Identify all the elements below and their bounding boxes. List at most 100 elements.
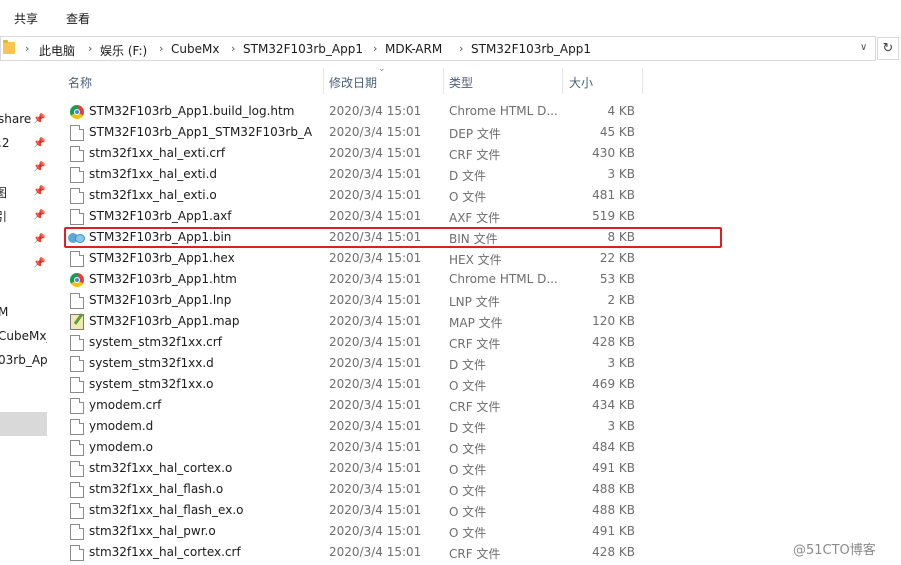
file-date: 2020/3/4 15:01	[329, 377, 422, 391]
ribbon-tabs: 共享 查看	[0, 0, 901, 36]
column-type[interactable]: 类型	[449, 74, 473, 91]
refresh-icon: ↻	[882, 41, 894, 56]
file-row[interactable]: ymodem.o 2020/3/4 15:01 O 文件 484 KB	[60, 437, 901, 458]
file-row[interactable]: STM32F103rb_App1.lnp 2020/3/4 15:01 LNP 文件…	[60, 290, 901, 311]
file-row[interactable]: system_stm32f1xx.o 2020/3/4 15:01 O 文件 469 …	[60, 374, 901, 395]
column-divider[interactable]	[443, 68, 444, 94]
file-row[interactable]: stm32f1xx_hal_cortex.o 2020/3/4 15:01 O 文件…	[60, 458, 901, 479]
refresh-button[interactable]: ↻	[877, 37, 899, 60]
file-name: system_stm32f1xx.o	[89, 377, 214, 391]
file-name: system_stm32f1xx.crf	[89, 335, 222, 349]
nav-item-cubemx[interactable]: CubeMx_O	[0, 329, 47, 343]
file-row[interactable]: stm32f1xx_hal_flash.o 2020/3/4 15:01 O 文件 4…	[60, 479, 901, 500]
column-date[interactable]: 修改日期	[329, 74, 377, 91]
file-row[interactable]: stm32f1xx_hal_cortex.crf 2020/3/4 15:01 CR…	[60, 542, 901, 563]
file-row[interactable]: STM32F103rb_App1.axf 2020/3/4 15:01 AXF 文件…	[60, 206, 901, 227]
file-row[interactable]: STM32F103rb_App1.map 2020/3/4 15:01 MAP 文件…	[60, 311, 901, 332]
file-row[interactable]: ymodem.d 2020/3/4 15:01 D 文件 3 KB	[60, 416, 901, 437]
file-row[interactable]: ymodem.crf 2020/3/4 15:01 CRF 文件 434 KB	[60, 395, 901, 416]
file-icon	[70, 293, 84, 309]
file-date: 2020/3/4 15:01	[329, 314, 422, 328]
file-date: 2020/3/4 15:01	[329, 272, 422, 286]
file-name: STM32F103rb_App1.build_log.htm	[89, 104, 295, 118]
file-size: 428 KB	[592, 335, 635, 349]
pin-icon[interactable]: 📌	[33, 210, 45, 221]
file-row[interactable]: STM32F103rb_App1.hex 2020/3/4 15:01 HEX 文件…	[60, 248, 901, 269]
file-date: 2020/3/4 15:01	[329, 545, 422, 559]
file-size: 22 KB	[599, 251, 635, 265]
pin-icon[interactable]: 📌	[33, 138, 45, 149]
file-icon	[70, 545, 84, 561]
file-size: 428 KB	[592, 545, 635, 559]
column-divider[interactable]	[562, 68, 563, 94]
nav-item-share[interactable]: share	[0, 112, 31, 126]
chevron-right-icon[interactable]: ›	[373, 42, 377, 55]
column-name[interactable]: 名称	[68, 74, 92, 91]
pin-icon[interactable]: 📌	[33, 234, 45, 245]
breadcrumb-cubemx[interactable]: CubeMx	[171, 42, 219, 56]
pin-icon[interactable]: 📌	[33, 162, 45, 173]
file-icon	[70, 251, 84, 267]
file-icon	[70, 419, 84, 435]
file-name: stm32f1xx_hal_cortex.crf	[89, 545, 241, 559]
nav-item-2[interactable]: .2	[0, 136, 9, 150]
nav-item-pictures[interactable]: 图	[0, 184, 7, 201]
file-date: 2020/3/4 15:01	[329, 398, 422, 412]
tab-view[interactable]: 查看	[66, 10, 90, 27]
chevron-right-icon[interactable]: ›	[25, 42, 29, 55]
breadcrumb-project[interactable]: STM32F103rb_App1	[243, 42, 363, 56]
file-type: O 文件	[449, 463, 487, 477]
folder-icon	[3, 40, 15, 54]
file-icon	[70, 503, 84, 519]
file-icon	[70, 482, 84, 498]
file-name: stm32f1xx_hal_pwr.o	[89, 524, 216, 538]
breadcrumb-current[interactable]: STM32F103rb_App1	[471, 42, 591, 56]
chevron-right-icon[interactable]: ›	[88, 42, 92, 55]
navigation-pane: share 📌 .2 📌 📌 图 📌 引 📌 📌 📌 M CubeMx_O 03…	[0, 62, 47, 565]
file-row[interactable]: system_stm32f1xx.crf 2020/3/4 15:01 CRF 文件…	[60, 332, 901, 353]
breadcrumb-mdk-arm[interactable]: MDK-ARM	[385, 42, 442, 56]
chevron-down-icon[interactable]: ∨	[860, 42, 867, 53]
file-row[interactable]: STM32F103rb_App1_STM32F103rb_A... 2020/3/…	[60, 122, 901, 143]
file-row[interactable]: STM32F103rb_App1.bin 2020/3/4 15:01 BIN 文件…	[60, 227, 901, 248]
chevron-right-icon[interactable]: ›	[231, 42, 235, 55]
file-date: 2020/3/4 15:01	[329, 230, 422, 244]
file-row[interactable]: stm32f1xx_hal_exti.o 2020/3/4 15:01 O 文件 48…	[60, 185, 901, 206]
pin-icon[interactable]: 📌	[33, 258, 45, 269]
file-row[interactable]: stm32f1xx_hal_exti.d 2020/3/4 15:01 D 文件 3 …	[60, 164, 901, 185]
file-row[interactable]: STM32F103rb_App1.htm 2020/3/4 15:01 Chrome…	[60, 269, 901, 290]
breadcrumb-this-pc[interactable]: 此电脑	[39, 42, 75, 59]
file-name: stm32f1xx_hal_exti.crf	[89, 146, 226, 160]
pin-icon[interactable]: 📌	[33, 186, 45, 197]
file-icon	[70, 125, 84, 141]
nav-item-app[interactable]: 03rb_App	[0, 353, 47, 367]
file-size: 45 KB	[599, 125, 635, 139]
tab-share[interactable]: 共享	[14, 10, 38, 27]
column-size[interactable]: 大小	[569, 74, 593, 91]
address-box[interactable]: › 此电脑 › 娱乐 (F:) › CubeMx › STM32F103rb_A…	[0, 36, 876, 61]
file-size: 481 KB	[592, 188, 635, 202]
file-type: AXF 文件	[449, 211, 501, 225]
file-row[interactable]: stm32f1xx_hal_flash_ex.o 2020/3/4 15:01 O …	[60, 500, 901, 521]
file-type: D 文件	[449, 421, 487, 435]
chevron-right-icon[interactable]: ›	[159, 42, 163, 55]
file-date: 2020/3/4 15:01	[329, 356, 422, 370]
file-row[interactable]: system_stm32f1xx.d 2020/3/4 15:01 D 文件 3 KB	[60, 353, 901, 374]
pin-icon[interactable]: 📌	[33, 114, 45, 125]
nav-item-m[interactable]: M	[0, 305, 8, 319]
file-type: LNP 文件	[449, 295, 500, 309]
file-type: O 文件	[449, 379, 487, 393]
file-size: 519 KB	[592, 209, 635, 223]
column-divider[interactable]	[642, 68, 643, 94]
file-name: ymodem.o	[89, 440, 153, 454]
file-row[interactable]: stm32f1xx_hal_pwr.o 2020/3/4 15:01 O 文件 491…	[60, 521, 901, 542]
column-divider[interactable]	[323, 68, 324, 94]
nav-selected-item[interactable]	[0, 412, 47, 436]
breadcrumb-drive[interactable]: 娱乐 (F:)	[100, 42, 147, 59]
nav-item-docs[interactable]: 引	[0, 208, 7, 225]
chevron-right-icon[interactable]: ›	[459, 42, 463, 55]
file-row[interactable]: STM32F103rb_App1.build_log.htm 2020/3/4 1…	[60, 101, 901, 122]
file-date: 2020/3/4 15:01	[329, 209, 422, 223]
file-date: 2020/3/4 15:01	[329, 167, 422, 181]
file-row[interactable]: stm32f1xx_hal_exti.crf 2020/3/4 15:01 CRF …	[60, 143, 901, 164]
